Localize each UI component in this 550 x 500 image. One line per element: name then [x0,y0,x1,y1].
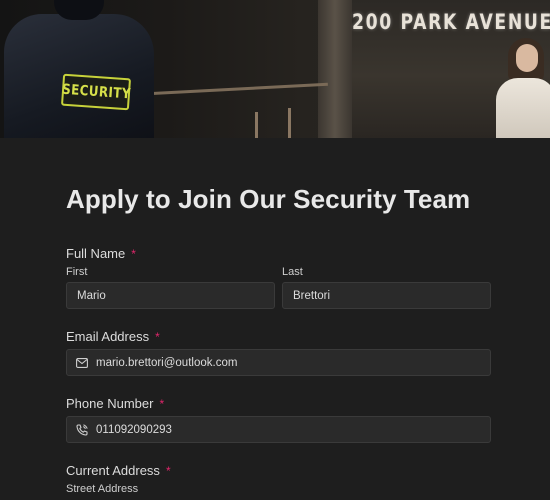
pedestrian-coat [496,78,550,138]
full-name-label-text: Full Name [66,246,126,261]
first-name-value: Mario [77,289,106,302]
pedestrian-face [516,44,538,72]
building-pillar [318,0,352,138]
street-address-label: Street Address [66,483,139,495]
last-name-input[interactable]: Brettori [282,282,491,309]
required-asterisk: * [131,247,136,261]
page-title: Apply to Join Our Security Team [66,184,471,214]
email-value: mario.brettori@outlook.com [96,356,238,369]
full-name-label: Full Name * [66,246,136,261]
phone-input[interactable]: 011092090293 [66,416,491,443]
email-input[interactable]: mario.brettori@outlook.com [66,349,491,376]
required-asterisk: * [165,464,171,478]
phone-value: 011092090293 [96,423,172,436]
last-name-label: Last [282,266,303,278]
phone-icon [75,423,88,436]
phone-label-text: Phone Number [66,396,154,411]
building-sign: 200 PARK AVENUE [352,10,550,34]
pedestrian [496,38,550,138]
first-name-input[interactable]: Mario [66,282,275,309]
hero-banner-image: 200 PARK AVENUE SECURITY [0,0,550,138]
required-asterisk: * [159,397,165,411]
current-address-label: Current Address * [66,463,171,478]
email-label-text: Email Address [66,329,150,344]
security-guard: SECURITY [0,0,160,138]
railing-post [288,108,291,138]
security-patch: SECURITY [60,73,132,111]
required-asterisk: * [155,330,160,344]
first-name-label: First [66,266,88,278]
security-patch-text: SECURITY [61,81,131,103]
mail-icon [75,356,88,369]
email-label: Email Address * [66,329,160,344]
phone-label: Phone Number * [66,396,164,411]
last-name-value: Brettori [293,289,331,302]
railing-post [255,112,258,138]
current-address-label-text: Current Address [66,463,160,478]
